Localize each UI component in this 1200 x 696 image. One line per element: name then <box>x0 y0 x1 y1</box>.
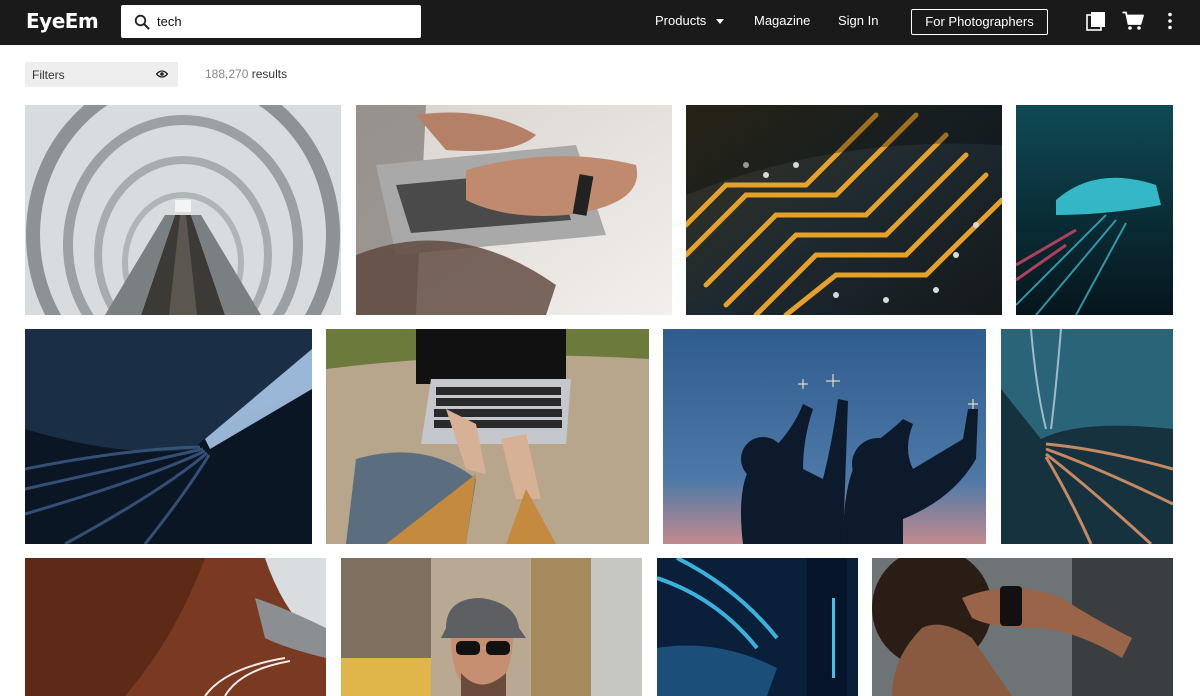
eye-icon <box>156 70 168 78</box>
search-input[interactable] <box>157 5 407 38</box>
nav-magazine[interactable]: Magazine <box>754 13 810 28</box>
eyeem-logo[interactable]: EyeEm <box>26 9 99 33</box>
filters-label: Filters <box>32 68 65 82</box>
escalator-tunnel-photo[interactable] <box>25 105 341 315</box>
blue-light-car-photo[interactable] <box>1016 105 1173 315</box>
chevron-down-icon <box>716 19 724 24</box>
for-photographers-button[interactable]: For Photographers <box>911 9 1048 35</box>
man-sunglasses-city-photo[interactable] <box>341 558 642 696</box>
filters-button[interactable]: Filters <box>25 62 178 87</box>
top-navigation-bar: EyeEm Products Magazine Sign In For Phot… <box>0 0 1200 45</box>
train-motion-blur-photo[interactable] <box>1001 329 1173 544</box>
collections-icon[interactable] <box>1086 11 1106 31</box>
woman-smartwatch-photo[interactable] <box>872 558 1173 696</box>
nav-products[interactable]: Products <box>655 13 724 28</box>
neon-blue-lights-photo[interactable] <box>657 558 858 696</box>
search-icon <box>134 14 150 30</box>
results-number: 188,270 <box>205 67 249 81</box>
results-label: results <box>251 67 288 81</box>
circuit-board-photo[interactable] <box>686 105 1002 315</box>
hands-typing-laptop-photo[interactable] <box>356 105 672 315</box>
laptop-on-blanket-photo[interactable] <box>326 329 649 544</box>
sparklers-silhouette-photo[interactable] <box>663 329 986 544</box>
cart-icon[interactable] <box>1122 11 1144 31</box>
coastal-road-light-trails-photo[interactable] <box>25 558 326 696</box>
search-box[interactable] <box>121 5 421 38</box>
more-vertical-icon[interactable] <box>1165 11 1175 31</box>
blue-tunnel-motion-photo[interactable] <box>25 329 312 544</box>
nav-sign-in[interactable]: Sign In <box>838 13 878 28</box>
results-count: 188,270 results <box>205 67 287 81</box>
nav-products-label: Products <box>655 13 707 28</box>
